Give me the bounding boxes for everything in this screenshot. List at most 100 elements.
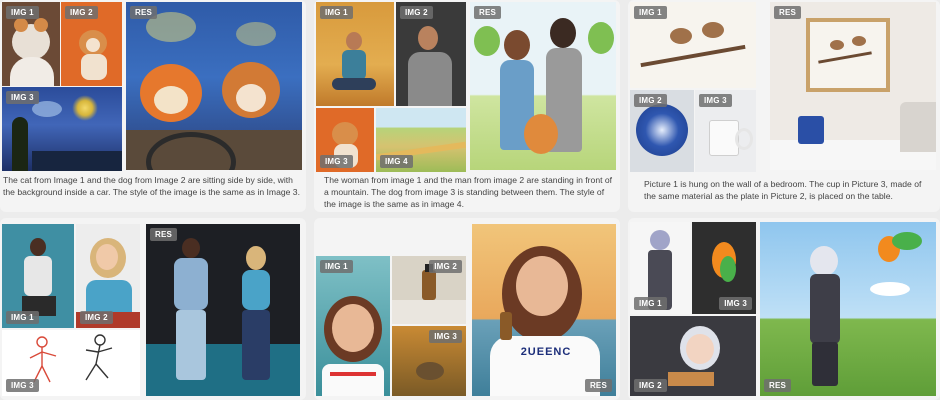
image-label: IMG 1: [634, 6, 667, 19]
warrior-head-shape: [650, 230, 670, 250]
image-tile-warrior: IMG 1: [630, 222, 690, 314]
man-body-shape: [174, 258, 208, 310]
result-tile-bedroom: RES: [770, 2, 936, 170]
man-head-shape: [550, 18, 576, 48]
image-tile-cup: IMG 3: [695, 90, 756, 172]
example-card-5: IMG 1 IMG 2 IMG 3 2UEENC RES: [314, 218, 620, 400]
dog-face-shape: [86, 38, 100, 52]
image-tile-cat: IMG 1: [2, 2, 60, 86]
image-label: IMG 4: [380, 155, 413, 168]
sky-swirl-shape: [236, 22, 276, 46]
print-bird-shape: [852, 36, 866, 46]
cat-ear-shape: [14, 18, 28, 32]
image-tile-man-seated: IMG 1: [2, 224, 74, 328]
example-card-4: IMG 1 IMG 2 IMG 3 RES: [0, 218, 306, 400]
image-tile-man: IMG 2: [396, 2, 466, 106]
woman-face-shape: [332, 304, 374, 352]
man-head-shape: [182, 238, 200, 258]
image-label: IMG 1: [6, 6, 39, 19]
image-label: IMG 3: [320, 155, 353, 168]
tree-shape: [588, 22, 614, 54]
image-label: IMG 2: [634, 94, 667, 107]
woman-head-shape: [504, 30, 530, 60]
result-tile-dancing: RES: [146, 224, 300, 396]
dog-head-shape: [332, 122, 358, 146]
woman-legs-shape: [332, 78, 376, 90]
tree-shape: [474, 26, 500, 56]
image-label: IMG 1: [6, 311, 39, 324]
woman-face-shape: [96, 244, 118, 270]
shelf-shape: [392, 300, 466, 324]
held-bottle-shape: [500, 312, 512, 340]
cartoon-dog-face-shape: [236, 84, 266, 112]
image-label: IMG 3: [429, 330, 462, 343]
image-tile-plate: IMG 2: [630, 90, 694, 172]
image-label: RES: [764, 379, 792, 392]
tshirt-shape: [490, 336, 600, 396]
blue-plate-shape: [636, 104, 688, 156]
bottle-shape: [422, 270, 436, 300]
print-bird-shape: [830, 40, 844, 50]
image-label: IMG 1: [320, 260, 353, 273]
image-tile-girl-reading: IMG 2: [630, 316, 756, 396]
cypress-tree-shape: [12, 117, 28, 171]
warrior-hair-shape: [810, 246, 838, 276]
image-label: IMG 2: [634, 379, 667, 392]
cup-handle-shape: [735, 128, 753, 150]
image-label: IMG 2: [80, 311, 113, 324]
image-tile-stick-figures: IMG 3: [2, 330, 140, 396]
image-tile-parrot: IMG 3: [692, 222, 756, 314]
village-shape: [32, 151, 122, 171]
image-label: IMG 2: [65, 6, 98, 19]
example-card-1: IMG 1 IMG 2 IMG 3 RES The cat from Image…: [0, 0, 306, 212]
warrior-legs-shape: [812, 342, 838, 386]
image-label: RES: [774, 6, 802, 19]
example-caption: The cat from Image 1 and the dog from Im…: [3, 175, 300, 197]
bird-shape: [670, 28, 692, 44]
man-body-shape: [24, 256, 52, 296]
image-label: IMG 2: [429, 260, 462, 273]
bed-shape: [900, 102, 936, 152]
image-tile-starry-night: IMG 3: [2, 87, 122, 171]
image-tile-fields: IMG 4: [376, 108, 466, 172]
woman-body-shape: [242, 270, 270, 310]
duck-shape: [416, 362, 444, 380]
image-tile-woman-smiling: IMG 2: [76, 224, 140, 328]
tshirt-stripe-shape: [330, 372, 376, 376]
image-label: IMG 2: [400, 6, 433, 19]
result-tile-warrior-parrot: RES: [760, 222, 936, 396]
image-label: IMG 3: [719, 297, 752, 310]
image-label: IMG 1: [634, 297, 667, 310]
image-label: RES: [584, 379, 612, 392]
image-label: RES: [474, 6, 502, 19]
example-card-6: IMG 1 IMG 3 IMG 2 RES: [628, 218, 940, 400]
cat-ear-shape: [34, 18, 48, 32]
floor-shape: [146, 344, 300, 396]
man-legs-shape: [176, 310, 206, 380]
bird-shape: [702, 22, 724, 38]
image-label: IMG 3: [6, 91, 39, 104]
woman-body-shape: [342, 50, 366, 80]
cloud-shape: [870, 282, 910, 296]
example-card-3: IMG 1 IMG 2 IMG 3 RES Picture 1 is hung …: [628, 0, 940, 212]
warrior-body-shape: [810, 274, 840, 344]
star-swirl-shape: [72, 95, 98, 121]
tshirt-print: 2UEENC: [520, 346, 572, 358]
parrot-wing-shape: [720, 256, 736, 282]
book-shape: [668, 372, 714, 386]
image-label: IMG 3: [6, 379, 39, 392]
image-label: IMG 1: [320, 6, 353, 19]
man-body-shape: [408, 52, 452, 106]
example-caption: The woman from image 1 and the man from …: [324, 175, 613, 209]
image-tile-birds-print: IMG 1: [630, 2, 756, 88]
tshirt-shape: [322, 364, 384, 396]
parrot-wing-shape: [892, 232, 922, 250]
woman-head-shape: [246, 246, 266, 270]
example-caption: Picture 1 is hung on the wall of a bedro…: [644, 179, 922, 201]
image-label: IMG 3: [699, 94, 732, 107]
man-head-shape: [30, 238, 46, 256]
image-label: RES: [130, 6, 158, 19]
dog-body-shape: [81, 54, 107, 80]
blue-mug-shape: [798, 116, 824, 144]
man-head-shape: [418, 26, 438, 50]
